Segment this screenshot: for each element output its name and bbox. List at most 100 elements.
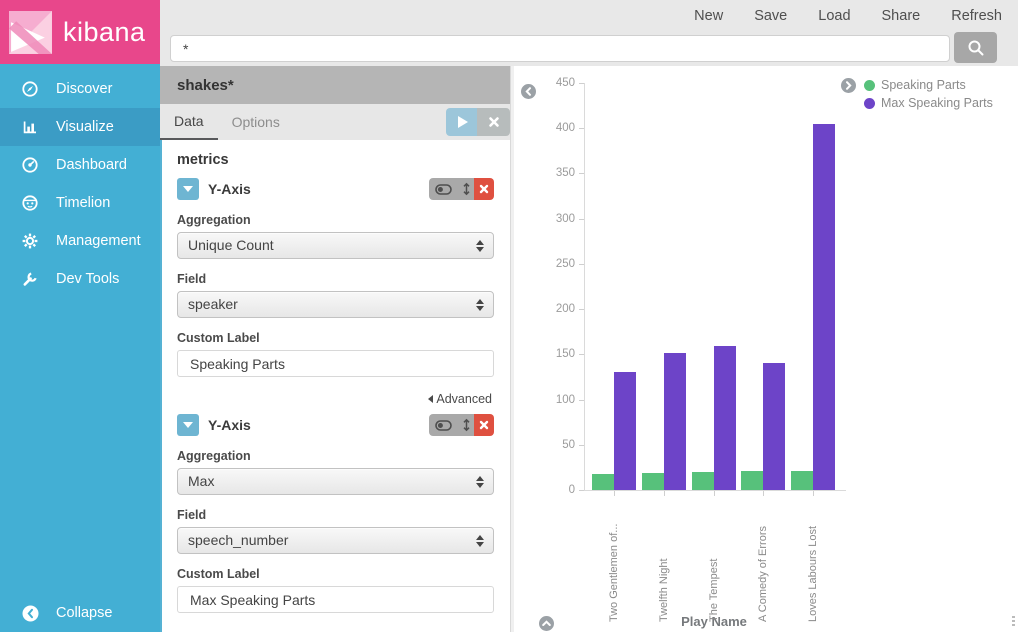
chart-bar[interactable] <box>664 353 686 490</box>
y-axis-tick-label: 350 <box>535 166 575 180</box>
disable-toggle-icon <box>435 184 452 195</box>
legend-swatch-icon <box>864 98 875 109</box>
aggregation-select[interactable]: Unique Count <box>177 232 494 259</box>
sidebar-collapse-button[interactable]: Collapse <box>0 594 160 632</box>
sidebar-item-discover[interactable]: Discover <box>0 70 160 108</box>
agg-move-handle[interactable] <box>458 414 474 436</box>
agg-title: Y-Axis <box>208 181 251 197</box>
aggregation-value: Unique Count <box>188 237 274 253</box>
search-icon <box>967 39 985 57</box>
editor-actions <box>446 108 510 136</box>
agg-move-handle[interactable] <box>458 178 474 200</box>
legend-swatch-icon <box>864 80 875 91</box>
y-axis-tick-label: 300 <box>535 212 575 226</box>
legend-item[interactable]: Max Speaking Parts <box>864 96 993 110</box>
visualization-panel: Play Name 050100150200250300350400450Two… <box>510 66 1018 632</box>
x-axis-tick-mark <box>763 491 764 496</box>
sidebar-item-label: Visualize <box>56 119 114 135</box>
sidebar-item-dashboard[interactable]: Dashboard <box>0 146 160 184</box>
chevron-right-circle-icon <box>844 81 853 90</box>
chart-bar[interactable] <box>614 372 636 490</box>
query-input[interactable] <box>170 35 950 62</box>
sidebar-nav: Discover Visualize Dashboard <box>0 64 160 298</box>
chart-bar[interactable] <box>813 124 835 490</box>
x-axis-tick-mark <box>813 491 814 496</box>
chart-bar[interactable] <box>763 363 785 490</box>
agg-collapse-button[interactable] <box>177 414 199 436</box>
vis-editor-panel: shakes* Data Options metrics Y-Axis <box>160 66 510 632</box>
agg-disable-toggle[interactable] <box>429 414 458 436</box>
agg-remove-button[interactable] <box>474 414 494 436</box>
x-axis-tick-mark <box>614 491 615 496</box>
chart-bar[interactable] <box>592 474 614 490</box>
y-axis-tick-label: 400 <box>535 121 575 135</box>
sidebar-item-label: Dashboard <box>56 157 127 173</box>
discard-changes-button[interactable] <box>477 108 510 136</box>
y-axis-tick-mark <box>579 173 584 174</box>
new-button[interactable]: New <box>694 8 723 24</box>
gear-icon <box>21 232 39 250</box>
agg-title: Y-Axis <box>208 417 251 433</box>
category-label-text: A Comedy of Errors <box>756 498 771 622</box>
y-axis-tick-label: 250 <box>535 257 575 271</box>
legend-toggle-button[interactable] <box>841 78 856 93</box>
collapse-label: Collapse <box>56 605 112 621</box>
legend-item[interactable]: Speaking Parts <box>864 78 993 92</box>
advanced-label: Advanced <box>436 392 492 406</box>
y-axis-tick-label: 50 <box>535 438 575 452</box>
move-vertical-icon <box>461 182 472 196</box>
sidebar-item-management[interactable]: Management <box>0 222 160 260</box>
chart-bar[interactable] <box>741 471 763 490</box>
custom-label-input[interactable] <box>177 586 494 613</box>
field-select[interactable]: speech_number <box>177 527 494 554</box>
kibana-logo-header[interactable]: kibana <box>0 0 160 64</box>
sidebar-item-label: Discover <box>56 81 112 97</box>
agg-controls <box>429 178 494 200</box>
agg-collapse-button[interactable] <box>177 178 199 200</box>
x-axis-category-label: Two Gentlemen of... <box>606 498 622 622</box>
y-axis-tick-mark <box>579 309 584 310</box>
aggregation-select[interactable]: Max <box>177 468 494 495</box>
custom-label-input[interactable] <box>177 350 494 377</box>
agg-remove-button[interactable] <box>474 178 494 200</box>
tab-options[interactable]: Options <box>218 104 294 140</box>
chart-bar[interactable] <box>692 472 714 490</box>
sidebar-item-timelion[interactable]: Timelion <box>0 184 160 222</box>
load-button[interactable]: Load <box>818 8 850 24</box>
y-axis-tick-mark <box>579 128 584 129</box>
index-pattern-label: shakes* <box>177 77 234 94</box>
field-label: Field <box>177 272 494 286</box>
y-axis-tick-mark <box>579 400 584 401</box>
search-button[interactable] <box>954 32 997 63</box>
dashboard-icon <box>21 156 39 174</box>
caret-down-icon <box>183 186 193 192</box>
x-axis-category-label: The Tempest <box>706 498 722 622</box>
x-axis-line <box>579 490 846 491</box>
chart-bar[interactable] <box>642 473 664 490</box>
select-arrows-icon <box>476 292 484 317</box>
index-pattern-bar: shakes* <box>160 66 510 104</box>
x-axis-tick-mark <box>714 491 715 496</box>
y-axis-tick-mark <box>579 445 584 446</box>
category-label-text: Twelfth Night <box>657 498 672 622</box>
app-sidebar: kibana Discover Visualize <box>0 0 160 632</box>
field-label: Field <box>177 508 494 522</box>
collapse-spy-button[interactable] <box>539 616 554 631</box>
apply-changes-button[interactable] <box>446 108 477 136</box>
resize-grip-icon[interactable] <box>1012 616 1015 628</box>
remove-x-icon <box>479 184 489 194</box>
app-name: kibana <box>63 17 146 48</box>
refresh-button[interactable]: Refresh <box>951 8 1002 24</box>
save-button[interactable]: Save <box>754 8 787 24</box>
sidebar-item-visualize[interactable]: Visualize <box>0 108 160 146</box>
chart-bar[interactable] <box>791 471 813 490</box>
field-select[interactable]: speaker <box>177 291 494 318</box>
sidebar-item-label: Timelion <box>56 195 110 211</box>
share-button[interactable]: Share <box>882 8 921 24</box>
agg-disable-toggle[interactable] <box>429 178 458 200</box>
advanced-link[interactable]: Advanced <box>177 392 492 406</box>
x-axis-category-label: Twelfth Night <box>656 498 672 622</box>
sidebar-item-devtools[interactable]: Dev Tools <box>0 260 160 298</box>
tab-data[interactable]: Data <box>160 104 218 140</box>
chart-bar[interactable] <box>714 346 736 490</box>
